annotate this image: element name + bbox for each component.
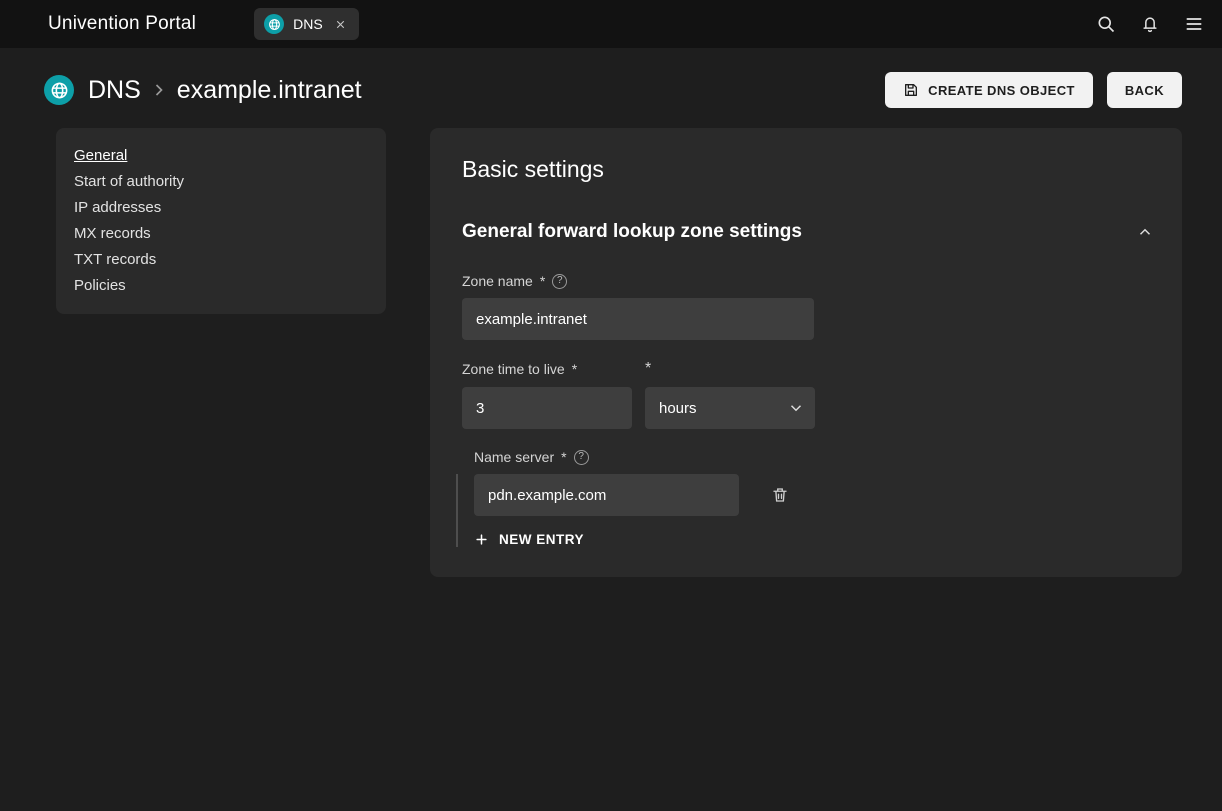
basic-settings-heading: Basic settings [430,128,1182,209]
tab-dns-label: DNS [293,16,323,32]
search-button[interactable] [1084,0,1128,48]
name-server-label: Name server * ? [456,449,1150,465]
name-server-multivalue: NEW ENTRY [456,474,1150,547]
zone-name-input[interactable] [462,298,814,340]
back-button-label: BACK [1125,83,1164,98]
create-dns-object-button[interactable]: CREATE DNS OBJECT [885,72,1093,108]
sidebar-item-policies[interactable]: Policies [56,273,386,299]
chevron-down-icon [787,399,805,417]
new-entry-label: NEW ENTRY [499,532,584,547]
zone-ttl-unit-select[interactable]: hours [645,387,815,429]
chevron-right-icon [149,80,169,100]
notifications-button[interactable] [1128,0,1172,48]
zone-ttl-input[interactable] [462,387,632,429]
bell-icon [1140,14,1160,34]
topbar-actions [1084,0,1216,48]
header-actions: CREATE DNS OBJECT BACK [885,72,1182,108]
zone-ttl-row: hours [462,387,1150,429]
menu-button[interactable] [1172,0,1216,48]
name-server-label-text: Name server [474,449,554,465]
required-asterisk: * [540,273,545,289]
sidebar-item-start-of-authority[interactable]: Start of authority [56,169,386,195]
sidebar-item-ip-addresses[interactable]: IP addresses [56,195,386,221]
name-server-input[interactable] [474,474,739,516]
required-asterisk: * [572,361,577,377]
zone-ttl-unit-value: hours [659,400,697,417]
help-icon[interactable]: ? [574,450,589,465]
help-icon[interactable]: ? [552,274,567,289]
settings-nav: General Start of authority IP addresses … [56,128,386,314]
zone-ttl-label: Zone time to live * [462,361,645,377]
zone-name-label: Zone name * ? [462,273,1150,289]
breadcrumb[interactable]: DNS [88,76,141,105]
page-header: DNS example.intranet CREATE DNS OBJECT B… [0,48,1222,128]
sidebar-item-general[interactable]: General [56,143,386,169]
globe-icon [264,14,284,34]
unit-required-asterisk: * [645,360,651,378]
required-asterisk: * [561,449,566,465]
sidebar-item-mx-records[interactable]: MX records [56,221,386,247]
zone-ttl-label-text: Zone time to live [462,361,565,377]
page-title: example.intranet [177,76,362,105]
content: General Start of authority IP addresses … [0,128,1222,577]
collapse-section-button[interactable] [1130,217,1160,247]
topbar: Univention Portal DNS [0,0,1222,48]
back-button[interactable]: BACK [1107,72,1182,108]
name-server-field: Name server * ? NEW ENTR [430,449,1182,547]
chevron-up-icon [1136,223,1154,241]
search-icon [1096,14,1116,34]
zone-ttl-labels: Zone time to live * * [462,360,1150,378]
app-title: Univention Portal [48,13,196,35]
dns-module-icon [44,75,74,105]
section-title: General forward lookup zone settings [462,221,802,243]
create-dns-object-label: CREATE DNS OBJECT [928,83,1075,98]
hamburger-menu-icon [1184,14,1204,34]
trash-icon [771,486,789,504]
close-icon[interactable] [332,16,349,33]
sidebar-item-txt-records[interactable]: TXT records [56,247,386,273]
new-entry-button[interactable]: NEW ENTRY [474,532,584,547]
basic-settings-card: Basic settings General forward lookup zo… [430,128,1182,577]
zone-ttl-field: Zone time to live * * hours [430,360,1182,429]
section-header: General forward lookup zone settings [430,209,1182,253]
save-icon [903,82,919,98]
zone-name-label-text: Zone name [462,273,533,289]
name-server-row [474,474,1150,516]
zone-name-field: Zone name * ? [430,273,1182,340]
delete-entry-button[interactable] [765,480,795,510]
tab-dns[interactable]: DNS [254,8,359,40]
plus-icon [474,532,489,547]
